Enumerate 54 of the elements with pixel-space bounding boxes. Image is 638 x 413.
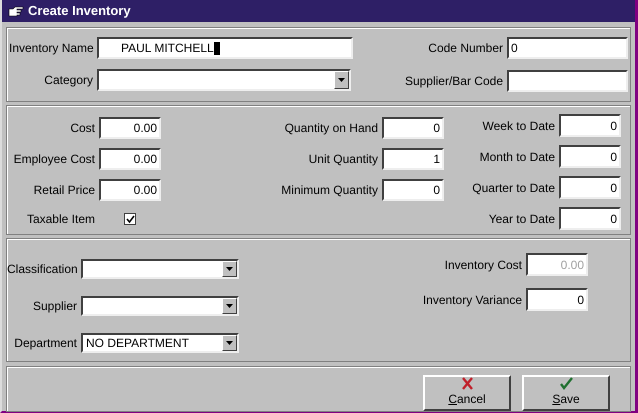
input-field[interactable]: 0 [526,288,588,311]
field-label: Month to Date [478,148,555,166]
dropdown-button[interactable] [222,298,237,314]
field-label: Taxable Item [26,211,95,228]
field-label: Employee Cost [12,151,95,168]
input-field[interactable]: 0.00 [99,148,161,170]
field-label: Minimum Quantity [280,182,378,199]
field-label: Week to Date [482,118,555,134]
field-label: Category [43,72,93,89]
dropdown-button[interactable] [222,335,237,351]
field-label: Classification [7,261,77,278]
triangle-down-icon [226,341,233,345]
input-field[interactable]: PAUL MITCHELL [97,37,353,59]
triangle-down-icon [226,304,233,308]
input-field[interactable]: 1 [382,148,444,170]
field-label: Unit Quantity [308,151,378,168]
dropdown-button[interactable] [222,261,237,277]
field-label: Department [13,335,77,352]
field-label: Inventory Variance [422,292,522,308]
field-label: Quantity on Hand [284,120,378,137]
field-label: Retail Price [32,182,95,199]
input-field[interactable]: 0 [559,207,621,230]
cancel-button[interactable]: Cancel [423,375,511,411]
combo-box[interactable]: NO DEPARTMENT [81,333,239,353]
combo-box[interactable] [97,69,351,91]
input-field[interactable]: 0.00 [99,179,161,201]
window-title: Create Inventory [28,2,131,20]
field-label: Inventory Name [9,40,93,57]
cross-icon [462,377,472,390]
input-field[interactable]: 0 [382,117,444,139]
field-label: Cost [69,120,95,137]
checkmark-icon [560,377,572,390]
input-field[interactable]: 0 [559,145,621,168]
triangle-down-icon [226,267,233,271]
save-button[interactable]: Save [522,375,610,411]
triangle-down-icon [338,78,345,82]
text-cursor [214,42,220,54]
input-field[interactable]: 0 [559,114,621,137]
combo-box[interactable] [81,296,239,316]
input-field[interactable]: 0 [559,176,621,199]
checkbox[interactable] [124,213,136,225]
field-label: Code Number [427,40,503,57]
input-field[interactable]: 0.00 [99,117,161,139]
field-label: Supplier [32,298,77,315]
field-label: Supplier/Bar Code [404,73,503,90]
input-field[interactable] [507,70,628,92]
dropdown-button[interactable] [334,71,349,89]
input-field[interactable]: 0 [507,37,628,59]
pointing-hand-icon [8,6,24,16]
field-label: Quarter to Date [471,180,555,196]
field-label: Inventory Cost [444,256,522,274]
input-field[interactable]: 0 [382,179,444,201]
combo-box[interactable] [81,259,239,279]
field-label: Year to Date [488,210,555,228]
